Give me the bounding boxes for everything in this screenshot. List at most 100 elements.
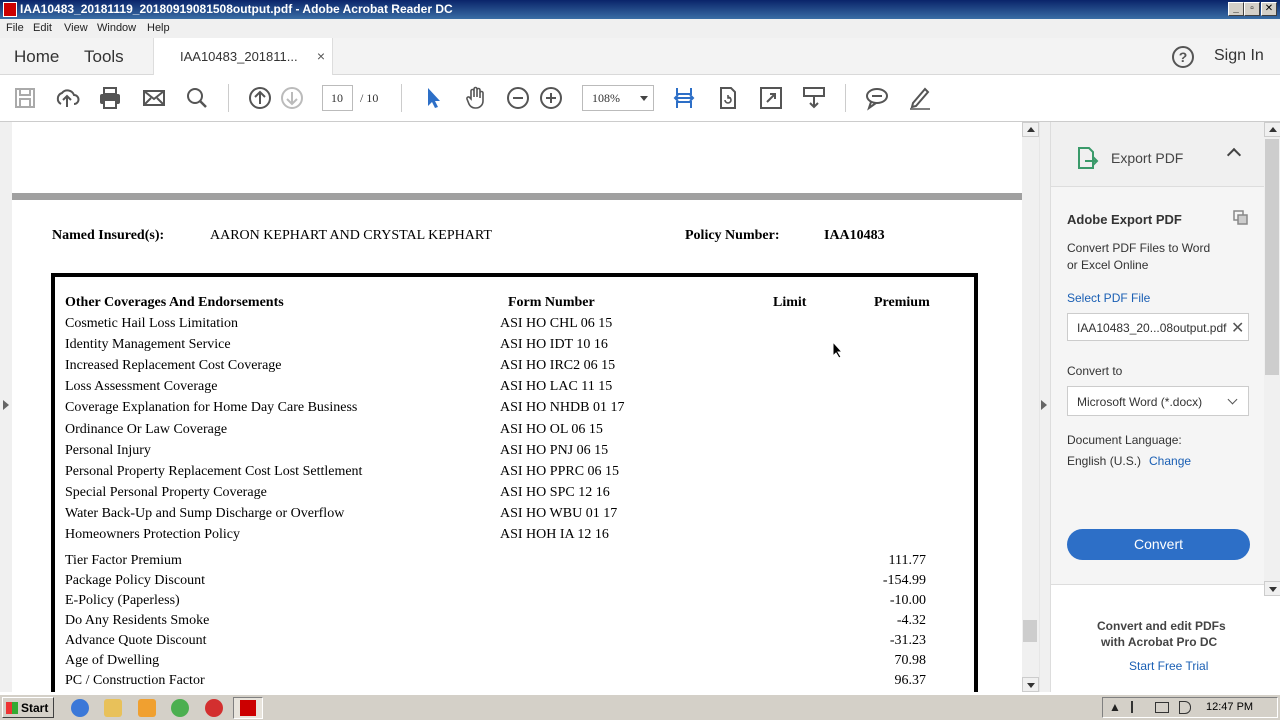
- convert-button[interactable]: Convert: [1067, 529, 1250, 560]
- media-player-icon[interactable]: [138, 699, 156, 717]
- column-header-premium: Premium: [874, 295, 930, 310]
- search-icon[interactable]: [184, 85, 210, 111]
- hand-icon[interactable]: [463, 85, 489, 111]
- chevron-down-icon: [640, 96, 648, 101]
- network-icon[interactable]: [1155, 702, 1169, 713]
- help-icon[interactable]: ?: [1172, 46, 1194, 68]
- scroll-down-button[interactable]: [1022, 677, 1039, 692]
- toolbar: 10 / 10 108%: [0, 75, 1280, 122]
- factor-name: Package Policy Discount: [65, 573, 205, 588]
- select-pdf-label[interactable]: Select PDF File: [1067, 291, 1150, 305]
- sign-icon[interactable]: [907, 85, 933, 111]
- menu-bar: File Edit View Window Help: [0, 19, 1280, 38]
- zoom-in-icon[interactable]: [538, 85, 564, 111]
- tray-expand-icon[interactable]: ▲: [1109, 700, 1121, 714]
- title-bar: IAA10483_20181119_20180919081508output.p…: [0, 0, 1280, 19]
- factor-name: Advance Quote Discount: [65, 633, 207, 648]
- column-header-form-number: Form Number: [508, 295, 595, 310]
- copy-icon[interactable]: [1233, 210, 1249, 226]
- chevron-up-icon[interactable]: [1226, 147, 1242, 163]
- pane-scroll-down-button[interactable]: [1264, 581, 1280, 596]
- opera-icon[interactable]: [205, 699, 223, 717]
- export-pdf-header[interactable]: Export PDF: [1051, 122, 1265, 187]
- description-line-1: Convert PDF Files to Word: [1067, 241, 1211, 255]
- start-button[interactable]: Start: [2, 697, 54, 718]
- scroll-mode-icon[interactable]: [801, 85, 827, 111]
- collapse-arrow-icon: [1041, 400, 1047, 410]
- flag-icon[interactable]: [1131, 701, 1143, 713]
- policy-number-label: Policy Number:: [685, 228, 780, 243]
- promo-line-2: with Acrobat Pro DC: [1101, 635, 1218, 649]
- start-free-trial-link[interactable]: Start Free Trial: [1129, 659, 1208, 673]
- toolbar-separator: [228, 84, 229, 112]
- coverage-name: Loss Assessment Coverage: [65, 379, 218, 394]
- save-icon[interactable]: [12, 85, 38, 111]
- close-window-button[interactable]: ✕: [1261, 2, 1277, 16]
- selected-file-field[interactable]: IAA10483_20...08output.pdf: [1067, 313, 1249, 341]
- coverage-name: Special Personal Property Coverage: [65, 485, 267, 500]
- email-icon[interactable]: [141, 85, 167, 111]
- form-number: ASI HO LAC 11 15: [500, 379, 613, 394]
- internet-explorer-icon[interactable]: [71, 699, 89, 717]
- menu-window[interactable]: Window: [97, 22, 136, 34]
- acrobat-app-icon: [3, 2, 17, 17]
- maximize-button[interactable]: ▫: [1244, 2, 1260, 16]
- coverage-name: Ordinance Or Law Coverage: [65, 422, 228, 437]
- factor-name: PC / Construction Factor: [65, 673, 205, 688]
- menu-file[interactable]: File: [6, 22, 24, 34]
- menu-edit[interactable]: Edit: [33, 22, 52, 34]
- minimize-button[interactable]: _: [1228, 2, 1244, 16]
- pane-scroll-up-button[interactable]: [1264, 122, 1280, 137]
- tab-document[interactable]: IAA10483_201811... ×: [153, 38, 333, 75]
- menu-help[interactable]: Help: [147, 22, 170, 34]
- form-number: ASI HO NHDB 01 17: [500, 400, 625, 415]
- start-label: Start: [21, 701, 49, 715]
- acrobat-icon: [240, 700, 256, 716]
- scrollbar-thumb[interactable]: [1023, 620, 1037, 642]
- factor-name: Do Any Residents Smoke: [65, 613, 210, 628]
- sign-in-link[interactable]: Sign In: [1214, 47, 1264, 65]
- right-pane-toggle[interactable]: [1040, 122, 1050, 692]
- file-explorer-icon[interactable]: [104, 699, 122, 717]
- factor-premium: 70.98: [894, 653, 927, 668]
- factor-premium: 111.77: [888, 553, 926, 568]
- coverage-name: Water Back-Up and Sump Discharge or Over…: [65, 506, 345, 521]
- section-title: Adobe Export PDF: [1067, 212, 1182, 227]
- scroll-up-button[interactable]: [1022, 122, 1039, 137]
- document-scrollbar[interactable]: [1022, 122, 1039, 692]
- clear-file-icon[interactable]: ✕: [1231, 318, 1244, 338]
- factor-premium: -154.99: [882, 573, 926, 588]
- fit-width-icon[interactable]: [671, 85, 697, 111]
- pane-scrollbar-thumb[interactable]: [1265, 139, 1279, 375]
- fullscreen-icon[interactable]: [758, 85, 784, 111]
- left-panel-toggle[interactable]: [0, 122, 12, 692]
- page-number-input[interactable]: 10: [322, 85, 353, 111]
- chrome-icon[interactable]: [171, 699, 189, 717]
- menu-view[interactable]: View: [64, 22, 88, 34]
- change-language-link[interactable]: Change: [1149, 454, 1191, 468]
- tab-home[interactable]: Home: [14, 47, 59, 67]
- close-tab-icon[interactable]: ×: [317, 48, 325, 64]
- zoom-out-icon[interactable]: [505, 85, 531, 111]
- document-viewport[interactable]: Named Insured(s): AARON KEPHART AND CRYS…: [0, 122, 1040, 692]
- form-number: ASI HO WBU 01 17: [500, 506, 618, 521]
- taskbar-acrobat-button[interactable]: [233, 697, 263, 719]
- tab-bar: Home Tools IAA10483_201811... × ? Sign I…: [0, 38, 1280, 75]
- print-icon[interactable]: [97, 85, 123, 111]
- upload-icon[interactable]: [54, 85, 80, 111]
- tab-tools[interactable]: Tools: [84, 47, 124, 67]
- rotate-icon[interactable]: [715, 85, 741, 111]
- pane-scrollbar[interactable]: [1264, 122, 1280, 596]
- comment-icon[interactable]: [864, 85, 890, 111]
- zoom-value: 108%: [592, 91, 620, 105]
- form-number: ASI HO PPRC 06 15: [500, 464, 620, 479]
- select-cursor-icon[interactable]: [420, 85, 446, 111]
- volume-icon[interactable]: [1179, 701, 1191, 714]
- convert-to-select[interactable]: Microsoft Word (*.docx): [1067, 386, 1249, 416]
- form-number: ASI HOH IA 12 16: [500, 527, 609, 542]
- page-up-icon[interactable]: [247, 85, 273, 111]
- form-number: ASI HO PNJ 06 15: [500, 443, 609, 458]
- form-number: ASI HO OL 06 15: [500, 422, 603, 437]
- zoom-select[interactable]: 108%: [582, 85, 654, 111]
- page-down-icon[interactable]: [279, 85, 305, 111]
